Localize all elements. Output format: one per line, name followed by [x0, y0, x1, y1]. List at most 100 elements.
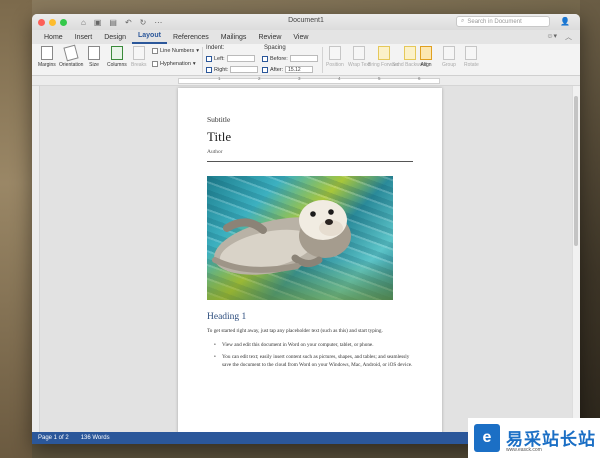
tab-review[interactable]: Review — [252, 32, 287, 44]
list-item[interactable]: View and edit this document in Word on y… — [214, 341, 414, 349]
rotate-icon — [465, 46, 478, 60]
line-numbers-icon — [152, 48, 158, 54]
more-icon[interactable]: ⋯ — [154, 18, 162, 27]
list-item[interactable]: You can edit text; easily insert content… — [214, 353, 414, 369]
indent-right-label: Right: — [214, 66, 229, 73]
title-divider — [207, 161, 413, 162]
tab-mailings[interactable]: Mailings — [215, 32, 253, 44]
spacing-after-row: After: 15.12 — [262, 66, 314, 73]
margins-button[interactable]: Margins — [38, 46, 56, 68]
orientation-button[interactable]: Orientation — [59, 44, 83, 68]
document-page[interactable]: Subtitle Title Author Heading 1 To get s… — [178, 88, 442, 432]
home-icon[interactable]: ⌂ — [81, 18, 86, 27]
align-label: Align — [420, 62, 432, 68]
line-numbers-label: Line Numbers — [160, 48, 195, 54]
columns-button[interactable]: Columns — [107, 46, 127, 68]
spacing-after-label: After: — [270, 66, 284, 73]
rotate-label: Rotate — [464, 62, 479, 68]
rotate-button[interactable]: Rotate — [464, 46, 479, 68]
sea-otter-photo[interactable] — [207, 176, 393, 300]
ribbon-divider — [202, 47, 203, 73]
page-count[interactable]: Page 1 of 2 — [38, 435, 69, 441]
doc-body-paragraph[interactable]: To get started right away, just tap any … — [207, 327, 417, 335]
doc-heading-1[interactable]: Heading 1 — [207, 312, 246, 322]
size-icon — [88, 46, 100, 60]
group-button[interactable]: Group — [442, 46, 456, 68]
ruler-tick-label: 4 — [338, 76, 341, 81]
indent-right-icon — [206, 66, 212, 73]
tab-design[interactable]: Design — [98, 32, 132, 44]
tab-insert[interactable]: Insert — [69, 32, 99, 44]
wrap-text-label: Wrap Text — [348, 62, 371, 68]
bring-forward-icon — [377, 46, 390, 60]
open-folder-icon[interactable]: ▤ — [109, 18, 117, 27]
scrollbar-thumb[interactable] — [574, 96, 578, 246]
desktop-background-left — [0, 0, 32, 458]
hyphenation-label: Hyphenation — [160, 61, 191, 67]
zoom-window-button[interactable] — [60, 18, 67, 26]
columns-icon — [110, 46, 123, 60]
tab-view[interactable]: View — [287, 32, 314, 44]
align-button[interactable]: Align — [420, 46, 432, 68]
spacing-before-label: Before: — [270, 55, 288, 62]
ribbon-tabs: Home Insert Design Layout References Mai… — [32, 30, 580, 44]
undo-icon[interactable]: ↶ — [125, 18, 132, 27]
ribbon-layout: Margins Orientation Size Columns Breaks … — [32, 44, 580, 76]
indent-left-label: Left: — [214, 55, 225, 62]
close-window-button[interactable] — [38, 18, 45, 26]
position-icon — [328, 46, 341, 60]
orientation-icon — [63, 44, 79, 62]
spacing-after-icon — [262, 66, 268, 73]
position-label: Position — [326, 62, 344, 68]
save-icon[interactable]: ▣ — [94, 18, 102, 27]
tab-home[interactable]: Home — [38, 32, 69, 44]
ruler-tick-label: 3 — [298, 76, 301, 81]
breaks-label: Breaks — [131, 62, 147, 68]
sea-otter-illustration — [212, 200, 351, 275]
group-label: Group — [442, 62, 456, 68]
hyphenation-button[interactable]: Hyphenation ▾ — [152, 61, 196, 67]
doc-subtitle[interactable]: Subtitle — [207, 115, 230, 124]
share-icon[interactable]: ☺▾ — [546, 32, 557, 42]
columns-label: Columns — [107, 62, 127, 68]
ribbon-controls: ☺▾ ︿ — [546, 32, 572, 42]
spacing-before-input[interactable] — [289, 55, 318, 62]
search-icon: ⌕ — [461, 18, 465, 24]
doc-title[interactable]: Title — [207, 129, 231, 145]
redo-icon[interactable]: ↻ — [140, 18, 147, 27]
size-button[interactable]: Size — [88, 46, 100, 68]
margins-label: Margins — [38, 62, 56, 68]
vertical-scrollbar[interactable] — [572, 86, 580, 432]
indent-right-row: Right: — [206, 66, 259, 73]
tab-references[interactable]: References — [167, 32, 215, 44]
margins-icon — [40, 46, 53, 60]
spacing-before-row: Before: — [262, 55, 318, 62]
doc-author[interactable]: Author — [207, 149, 223, 155]
quick-access-toolbar: ⌂ ▣ ▤ ↶ ↻ ⋯ — [81, 18, 162, 27]
word-count[interactable]: 136 Words — [81, 435, 110, 441]
watermark-logo-icon: e — [474, 424, 500, 452]
indent-label: Indent: — [206, 45, 225, 51]
spacing-after-input[interactable]: 15.12 — [285, 66, 314, 73]
ruler-tick-label: 2 — [258, 76, 261, 81]
title-bar: ⌂ ▣ ▤ ↶ ↻ ⋯ Document1 ⌕ Search in Docume… — [32, 14, 580, 30]
horizontal-ruler[interactable]: 1 2 3 4 5 6 — [32, 76, 580, 86]
line-numbers-button[interactable]: Line Numbers ▾ — [152, 48, 199, 54]
doc-bullet-list: View and edit this document in Word on y… — [214, 341, 414, 373]
minimize-window-button[interactable] — [49, 18, 56, 26]
ruler-tick-label: 5 — [378, 76, 381, 81]
vertical-ruler[interactable] — [32, 86, 40, 432]
search-input[interactable]: ⌕ Search in Document — [456, 16, 550, 27]
tab-layout[interactable]: Layout — [132, 30, 167, 44]
size-label: Size — [89, 62, 99, 68]
user-icon[interactable]: 👤 — [560, 17, 570, 26]
ruler-tick-label: 1 — [218, 76, 221, 81]
breaks-button[interactable]: Breaks — [131, 46, 147, 68]
indent-right-input[interactable] — [230, 66, 259, 73]
collapse-ribbon-icon[interactable]: ︿ — [565, 32, 572, 42]
document-area[interactable]: Subtitle Title Author Heading 1 To get s… — [32, 86, 580, 432]
indent-left-input[interactable] — [226, 55, 255, 62]
search-placeholder: Search in Document — [467, 18, 522, 25]
position-button[interactable]: Position — [326, 46, 344, 68]
wrap-text-button[interactable]: Wrap Text — [348, 46, 370, 68]
